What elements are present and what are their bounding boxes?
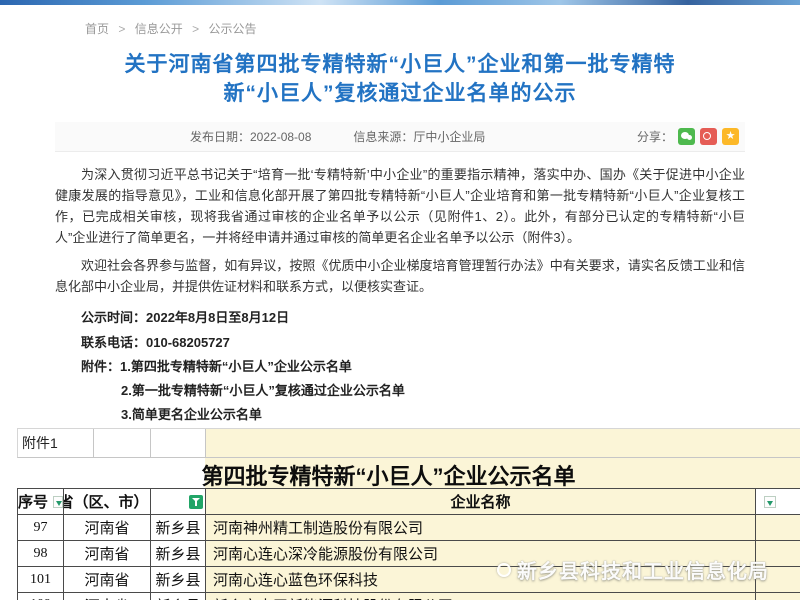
header-province: 省（区、市） [64, 489, 151, 514]
contact-phone-line: 联系电话：010-68205727 [55, 331, 745, 354]
cell-province: 河南省 [64, 593, 151, 600]
filter-dropdown-icon [53, 496, 63, 508]
page: 首页 > 信息公开 > 公示公告 关于河南省第四批专精特新“小巨人”企业和第一批… [0, 0, 800, 600]
article: 关于河南省第四批专精特新“小巨人”企业和第一批专精特 新“小巨人”复核通过企业名… [55, 50, 745, 453]
cell-province: 河南省 [64, 515, 151, 540]
attachment1-label: 附件1 [18, 429, 94, 457]
header-company: 企业名称 [206, 489, 756, 514]
empty-cell [94, 429, 151, 457]
header-province-label: 省（区、市） [64, 491, 149, 512]
table-row: 101 河南省 新乡县 河南心连心蓝色环保科技 [17, 566, 800, 592]
article-meta-bar: 发布日期：2022-08-08 信息来源：厅中小企业局 分享： ★ [55, 122, 745, 152]
wechat-share-icon[interactable] [678, 128, 695, 145]
cell-seq: 97 [18, 515, 64, 540]
breadcrumb-announcements[interactable]: 公示公告 [208, 22, 256, 36]
cell-county: 新乡县 [151, 515, 206, 540]
cell-extra [756, 515, 800, 540]
breadcrumb-separator: > [118, 22, 125, 36]
public-time-line: 公示时间：2022年8月8日至8月12日 [55, 306, 745, 329]
attachment-line-2: 2.第一批专精特新“小巨人”复核通过企业公示名单 [55, 379, 745, 402]
paragraph-2: 欢迎社会各界参与监督，如有异议，按照《优质中小企业梯度培育管理暂行办法》中有关要… [55, 255, 745, 297]
info-source: 信息来源：厅中小企业局 [353, 128, 485, 145]
attachment-table-section: 附件1 第四批专精特新“小巨人”企业公示名单 序号 省（区、市） 企业名称 [17, 428, 800, 600]
share-label: 分享： [637, 128, 673, 145]
cell-county: 新乡县 [151, 541, 206, 566]
table-header-row: 序号 省（区、市） 企业名称 [17, 488, 800, 514]
cell-province: 河南省 [64, 567, 151, 592]
attachments-label: 附件： [81, 359, 120, 374]
attachment-line-3: 3.简单更名企业公示名单 [55, 403, 745, 426]
table-row: 98 河南省 新乡县 河南心连心深冷能源股份有限公司 [17, 540, 800, 566]
cell-company: 新乡市中天新能源科技股份有限公司 [206, 593, 756, 600]
table-row: 97 河南省 新乡县 河南神州精工制造股份有限公司 [17, 514, 800, 540]
paragraph-1: 为深入贯彻习近平总书记关于“培育一批‘专精特新’中小企业”的重要指示精神，落实中… [55, 164, 745, 248]
cell-county: 新乡县 [151, 593, 206, 600]
weibo-share-icon[interactable] [700, 128, 717, 145]
cell-extra [756, 593, 800, 600]
header-extra [756, 489, 800, 514]
cell-province: 河南省 [64, 541, 151, 566]
cell-seq: 98 [18, 541, 64, 566]
header-city-filtered [151, 489, 206, 514]
header-seq: 序号 [18, 489, 64, 514]
cell-county: 新乡县 [151, 567, 206, 592]
cell-company: 河南神州精工制造股份有限公司 [206, 515, 756, 540]
favorite-star-icon[interactable]: ★ [722, 128, 739, 145]
cell-seq: 109 [18, 593, 64, 600]
cell-company: 河南心连心蓝色环保科技 [206, 567, 756, 592]
header-company-label: 企业名称 [450, 491, 510, 512]
cell-extra [756, 541, 800, 566]
empty-cell [151, 429, 206, 457]
table-title-row: 第四批专精特新“小巨人”企业公示名单 [17, 458, 800, 488]
attachment-item-1: 1.第四批专精特新“小巨人”企业公示名单 [120, 359, 352, 374]
page-title-line-2: 新“小巨人”复核通过企业名单的公示 [55, 79, 745, 108]
page-title-line-1: 关于河南省第四批专精特新“小巨人”企业和第一批专精特 [55, 50, 745, 79]
top-accent-bar [0, 0, 800, 5]
publish-date: 发布日期：2022-08-08 [190, 128, 311, 145]
breadcrumb-separator: > [192, 22, 199, 36]
attachment-line-1: 附件：1.第四批专精特新“小巨人”企业公示名单 [55, 355, 745, 378]
table-row: 109 河南省 新乡县 新乡市中天新能源科技股份有限公司 [17, 592, 800, 600]
attachment1-label-row: 附件1 [17, 428, 800, 458]
breadcrumb: 首页 > 信息公开 > 公示公告 [85, 20, 256, 37]
cell-seq: 101 [18, 567, 64, 592]
filter-dropdown-icon [764, 496, 776, 508]
empty-cell [206, 429, 800, 457]
active-filter-icon [189, 495, 203, 509]
share-bar: 分享： ★ [637, 128, 739, 145]
header-seq-label: 序号 [18, 491, 48, 512]
table-title: 第四批专精特新“小巨人”企业公示名单 [17, 459, 760, 491]
cell-company: 河南心连心深冷能源股份有限公司 [206, 541, 756, 566]
breadcrumb-home[interactable]: 首页 [85, 22, 109, 36]
cell-extra [756, 567, 800, 592]
breadcrumb-info-disclosure[interactable]: 信息公开 [135, 22, 183, 36]
